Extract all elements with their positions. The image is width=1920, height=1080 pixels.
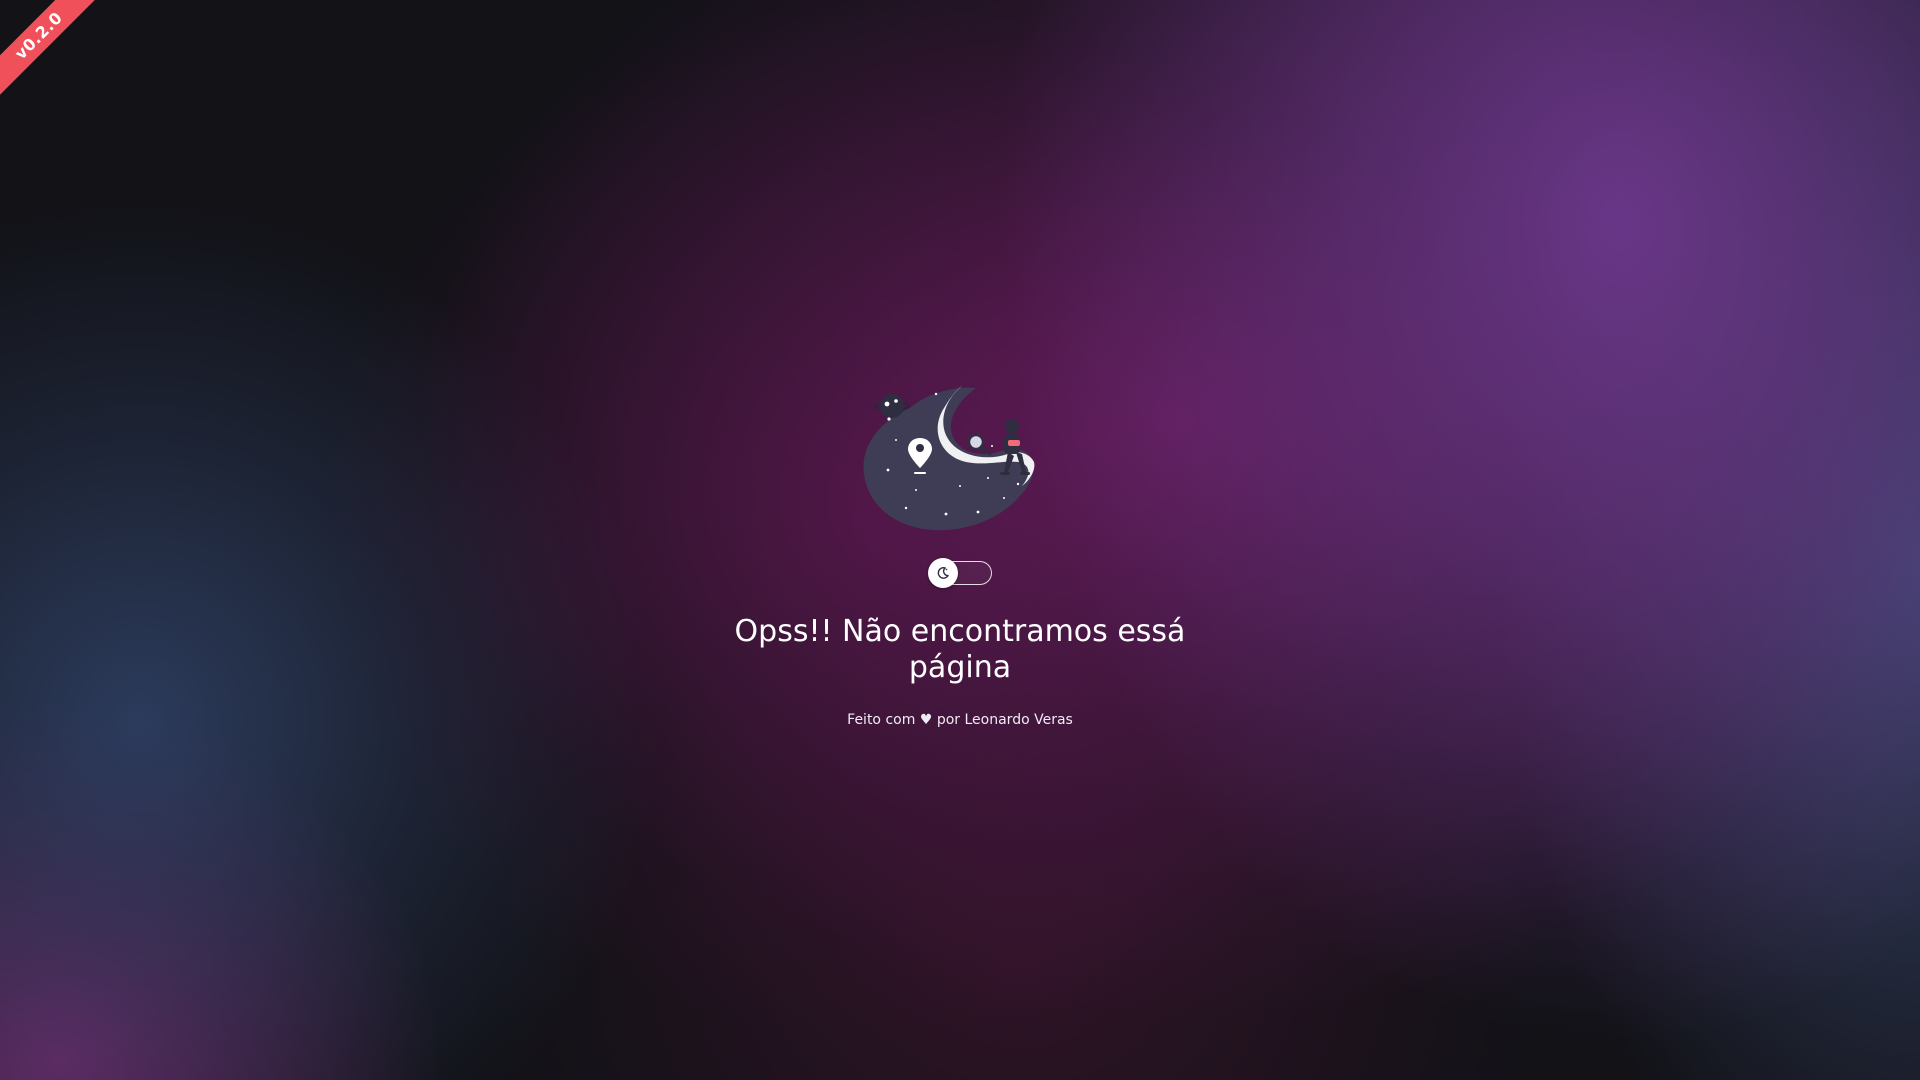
- footer-made-with: Feito com: [847, 712, 916, 728]
- magnifier-icon: [967, 433, 992, 456]
- footer-credit: Feito com ♥ por Leonardo Veras: [847, 712, 1073, 728]
- version-ribbon: v0.2.0: [0, 0, 110, 107]
- theme-toggle[interactable]: [928, 558, 992, 588]
- moon-icon: [937, 566, 949, 579]
- page-title: Opss!! Não encontramos essá página: [734, 614, 1186, 685]
- footer-author: Leonardo Veras: [964, 712, 1073, 728]
- heart-icon: ♥: [919, 712, 933, 728]
- not-found-page: Opss!! Não encontramos essá página Feito…: [0, 0, 1920, 1080]
- version-ribbon-container: v0.2.0: [0, 0, 120, 120]
- footer-by: por: [936, 712, 961, 728]
- lost-astronaut-illustration: [863, 386, 1035, 531]
- toggle-knob[interactable]: [928, 558, 958, 588]
